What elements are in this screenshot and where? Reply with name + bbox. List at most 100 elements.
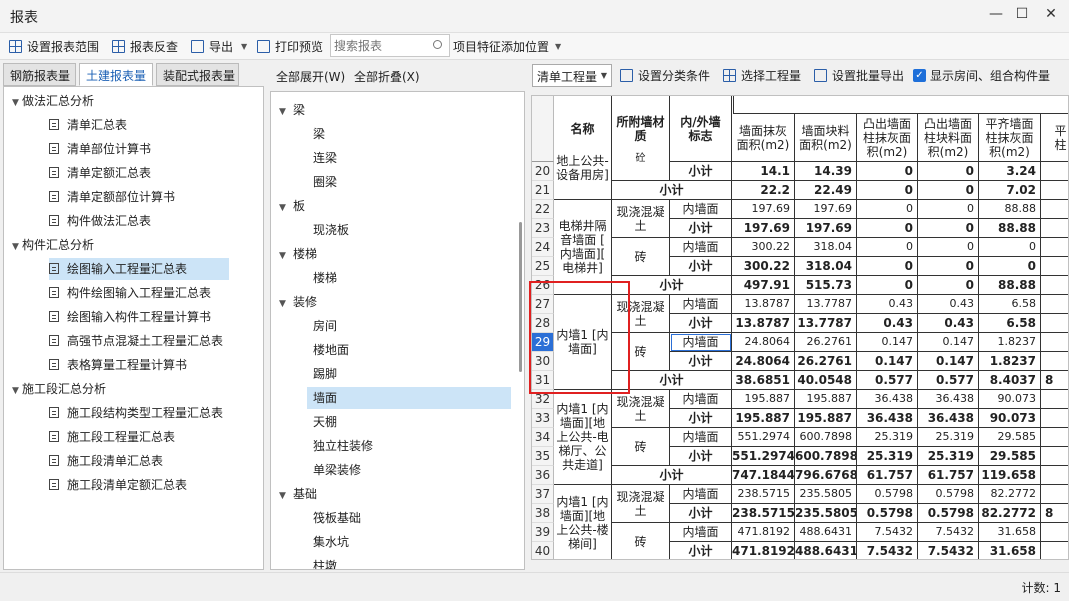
tree-group[interactable]: ▼ 施工段汇总分析 <box>12 378 252 400</box>
table-cell-overflow[interactable] <box>1041 257 1068 276</box>
row-number[interactable]: 37 <box>532 485 554 504</box>
maximize-icon[interactable]: ☐ <box>1011 6 1033 26</box>
table-cell-overflow[interactable] <box>1041 523 1068 542</box>
export-button[interactable]: 导出 ▼ <box>191 38 247 55</box>
table-cell[interactable]: 0.43 <box>857 295 918 314</box>
set-range-button[interactable]: 设置报表范围 <box>9 38 99 55</box>
table-cell[interactable]: 40.0548 <box>795 371 857 390</box>
report-item[interactable]: 施工段清单汇总表 <box>49 450 229 472</box>
report-item[interactable]: 表格算量工程量计算书 <box>49 354 229 376</box>
wall-flag-cell[interactable]: 内墙面 <box>670 200 732 219</box>
component-item[interactable]: 独立柱装修 <box>307 435 511 457</box>
table-cell[interactable]: 0.147 <box>918 352 979 371</box>
tab-rebar[interactable]: 钢筋报表量 <box>3 63 76 86</box>
table-cell[interactable]: 36.438 <box>918 390 979 409</box>
table-cell[interactable]: 0.43 <box>918 314 979 333</box>
table-cell[interactable]: 0 <box>979 257 1041 276</box>
component-group[interactable]: ▼ 装修 <box>279 291 479 313</box>
expand-arrow-icon[interactable]: ▼ <box>12 92 22 114</box>
expand-arrow-icon[interactable]: ▼ <box>279 197 289 219</box>
table-cell[interactable]: 36.438 <box>918 409 979 428</box>
category-condition-button[interactable]: 设置分类条件 <box>620 67 710 84</box>
table-header-cell[interactable]: 墙面抹灰 面积(m2) <box>732 114 795 162</box>
tree-group[interactable]: ▼ 构件汇总分析 <box>12 234 252 256</box>
table-cell-overflow[interactable] <box>1041 352 1068 371</box>
table-cell[interactable]: 0.5798 <box>857 504 918 523</box>
table-cell[interactable]: 0 <box>857 238 918 257</box>
table-cell[interactable]: 24.8064 <box>732 352 795 371</box>
component-group[interactable]: ▼ 板 <box>279 195 479 217</box>
component-group[interactable]: ▼ 楼梯 <box>279 243 479 265</box>
table-cell[interactable]: 88.88 <box>979 219 1041 238</box>
component-item[interactable]: 柱墩 <box>307 555 511 569</box>
table-cell[interactable]: 300.22 <box>732 257 795 276</box>
component-item[interactable]: 天棚 <box>307 411 511 433</box>
checkbox-checked-icon[interactable]: ✓ <box>913 69 926 82</box>
table-cell[interactable]: 26.2761 <box>795 333 857 352</box>
table-cell[interactable]: 29.585 <box>979 428 1041 447</box>
table-cell[interactable]: 26.2761 <box>795 352 857 371</box>
table-cell-overflow[interactable]: 8 <box>1041 371 1068 390</box>
expand-arrow-icon[interactable]: ▼ <box>279 485 289 507</box>
select-quantity-button[interactable]: 选择工程量 <box>723 67 801 84</box>
row-number[interactable]: 39 <box>532 523 554 542</box>
table-cell[interactable]: 300.22 <box>732 238 795 257</box>
table-header-cell[interactable]: 内/外墙 标志 <box>670 96 732 162</box>
component-item[interactable]: 墙面 <box>307 387 511 409</box>
table-cell[interactable]: 25.319 <box>857 447 918 466</box>
table-cell[interactable]: 497.91 <box>732 276 795 295</box>
table-cell[interactable]: 0 <box>918 257 979 276</box>
component-item[interactable]: 筏板基础 <box>307 507 511 529</box>
table-cell[interactable]: 0.43 <box>918 295 979 314</box>
table-cell-overflow[interactable] <box>1041 314 1068 333</box>
wall-flag-cell[interactable]: 内墙面 <box>670 295 732 314</box>
table-cell[interactable]: 29.585 <box>979 447 1041 466</box>
row-number[interactable]: 36 <box>532 466 554 485</box>
table-cell[interactable]: 0.577 <box>918 371 979 390</box>
table-cell[interactable]: 7.5432 <box>918 523 979 542</box>
expand-arrow-icon[interactable]: ▼ <box>12 380 22 402</box>
table-cell[interactable]: 0 <box>857 200 918 219</box>
report-item[interactable]: 清单汇总表 <box>49 114 229 136</box>
wall-flag-cell[interactable]: 内墙面 <box>670 390 732 409</box>
table-cell[interactable]: 600.7898 <box>795 447 857 466</box>
table-cell[interactable]: 0.5798 <box>857 485 918 504</box>
reverse-lookup-button[interactable]: 报表反查 <box>112 38 178 55</box>
table-cell[interactable]: 13.7787 <box>795 295 857 314</box>
table-header-cell[interactable]: 平齐墙面 柱抹灰面 积(m2) <box>979 114 1041 162</box>
table-cell[interactable]: 31.658 <box>979 523 1041 542</box>
print-preview-button[interactable]: 打印预览 <box>257 38 323 55</box>
vertical-scrollbar[interactable] <box>519 222 522 372</box>
table-cell[interactable]: 36.438 <box>857 390 918 409</box>
row-number[interactable]: 20 <box>532 162 554 181</box>
table-cell[interactable]: 238.5715 <box>732 504 795 523</box>
table-cell[interactable]: 195.887 <box>795 409 857 428</box>
table-cell[interactable]: 195.887 <box>732 409 795 428</box>
table-cell[interactable]: 197.69 <box>732 219 795 238</box>
table-cell[interactable]: 0.5798 <box>918 485 979 504</box>
report-search-box[interactable] <box>330 34 450 57</box>
table-cell[interactable]: 796.6768 <box>795 466 857 485</box>
search-icon[interactable] <box>433 40 442 49</box>
table-cell[interactable]: 551.2974 <box>732 428 795 447</box>
table-cell[interactable]: 318.04 <box>795 257 857 276</box>
table-cell[interactable]: 235.5805 <box>795 504 857 523</box>
table-cell-overflow[interactable] <box>1041 447 1068 466</box>
expand-arrow-icon[interactable]: ▼ <box>12 236 22 258</box>
component-item[interactable]: 现浇板 <box>307 219 511 241</box>
row-number[interactable]: 40 <box>532 542 554 559</box>
table-cell-overflow[interactable] <box>1041 485 1068 504</box>
material-cell[interactable]: 现浇混凝土 <box>612 200 670 238</box>
report-item[interactable]: 施工段工程量汇总表 <box>49 426 229 448</box>
table-cell[interactable]: 88.88 <box>979 200 1041 219</box>
table-cell[interactable]: 471.8192 <box>732 542 795 559</box>
wall-flag-cell[interactable]: 内墙面 <box>670 238 732 257</box>
table-cell[interactable]: 6.58 <box>979 314 1041 333</box>
table-cell-overflow[interactable] <box>1041 428 1068 447</box>
table-cell[interactable]: 8.4037 <box>979 371 1041 390</box>
expand-all-button[interactable]: 全部展开(W) <box>276 68 345 85</box>
table-cell-overflow[interactable] <box>1041 219 1068 238</box>
table-cell[interactable]: 747.1844 <box>732 466 795 485</box>
table-cell-overflow[interactable]: 8 <box>1041 504 1068 523</box>
table-cell[interactable]: 24.8064 <box>732 333 795 352</box>
